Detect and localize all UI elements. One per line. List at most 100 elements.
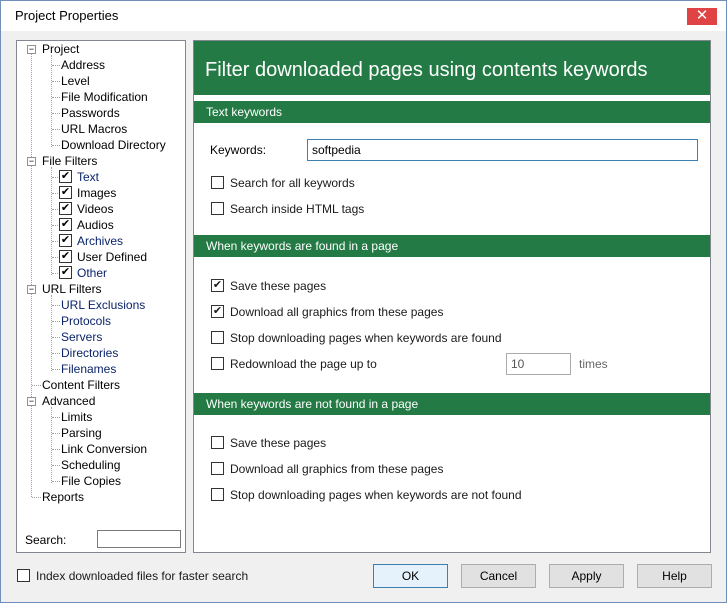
tree-line bbox=[31, 53, 32, 497]
checkbox[interactable] bbox=[211, 436, 224, 450]
ok-button[interactable]: OK bbox=[373, 564, 448, 588]
tree-item-download-directory[interactable]: Download Directory bbox=[61, 138, 166, 152]
tree-item-content-filters[interactable]: Content Filters bbox=[42, 378, 120, 392]
option-search-all-keywords[interactable]: Search for all keywords bbox=[211, 175, 355, 191]
checkbox[interactable] bbox=[211, 488, 224, 502]
option-label: Download all graphics from these pages bbox=[230, 462, 444, 476]
option-label: Search for all keywords bbox=[230, 176, 355, 190]
tree-item-filenames[interactable]: Filenames bbox=[61, 362, 116, 376]
tree-item-servers[interactable]: Servers bbox=[61, 330, 102, 344]
collapse-icon[interactable]: − bbox=[27, 397, 36, 406]
check-icon[interactable]: ✔ bbox=[211, 279, 224, 293]
tree-item-url-filters[interactable]: URL Filters bbox=[42, 282, 102, 296]
tree-item-passwords[interactable]: Passwords bbox=[61, 106, 120, 120]
tree-line bbox=[51, 167, 52, 275]
checkbox[interactable] bbox=[211, 357, 224, 371]
option-notfound-download-graphics[interactable]: Download all graphics from these pages bbox=[211, 461, 443, 477]
apply-button[interactable]: Apply bbox=[549, 564, 624, 588]
cancel-button[interactable]: Cancel bbox=[461, 564, 536, 588]
tree-item-url-exclusions[interactable]: URL Exclusions bbox=[61, 298, 145, 312]
tree-item-file-filters[interactable]: File Filters bbox=[42, 154, 97, 168]
keywords-input[interactable]: softpedia bbox=[307, 139, 698, 161]
tree-line bbox=[52, 481, 60, 482]
tree-item-text[interactable]: Text bbox=[77, 170, 99, 184]
tree-item-protocols[interactable]: Protocols bbox=[61, 314, 111, 328]
checkbox-archives[interactable]: ✔ bbox=[59, 234, 72, 247]
tree-line bbox=[32, 385, 41, 386]
tree-line bbox=[52, 433, 60, 434]
checkbox[interactable] bbox=[17, 569, 30, 583]
option-notfound-stop-downloading[interactable]: Stop downloading pages when keywords are… bbox=[211, 487, 522, 503]
tree-item-user-defined[interactable]: User Defined bbox=[77, 250, 147, 264]
section-keywords-not-found: When keywords are not found in a page bbox=[194, 393, 710, 415]
option-found-stop-downloading[interactable]: Stop downloading pages when keywords are… bbox=[211, 330, 502, 346]
checkbox-images[interactable]: ✔ bbox=[59, 186, 72, 199]
tree-line bbox=[52, 241, 58, 242]
tree-line bbox=[52, 273, 58, 274]
checkbox-other[interactable]: ✔ bbox=[59, 266, 72, 279]
tree-line bbox=[52, 337, 60, 338]
tree-item-file-copies[interactable]: File Copies bbox=[61, 474, 121, 488]
option-index-files[interactable]: Index downloaded files for faster search bbox=[17, 569, 248, 583]
tree-item-url-macros[interactable]: URL Macros bbox=[61, 122, 127, 136]
tree-item-directories[interactable]: Directories bbox=[61, 346, 118, 360]
tree-item-link-conversion[interactable]: Link Conversion bbox=[61, 442, 147, 456]
tree-line bbox=[32, 497, 41, 498]
option-label: Index downloaded files for faster search bbox=[36, 569, 249, 583]
tree-item-project[interactable]: Project bbox=[42, 42, 79, 56]
checkbox[interactable] bbox=[211, 462, 224, 476]
option-search-inside-html[interactable]: Search inside HTML tags bbox=[211, 201, 364, 217]
times-label: times bbox=[579, 357, 608, 371]
collapse-icon[interactable]: − bbox=[27, 45, 36, 54]
tree-item-file-modification[interactable]: File Modification bbox=[61, 90, 148, 104]
collapse-icon[interactable]: − bbox=[27, 285, 36, 294]
option-label: Stop downloading pages when keywords are… bbox=[230, 331, 502, 345]
search-input[interactable] bbox=[97, 530, 181, 548]
tree-item-images[interactable]: Images bbox=[77, 186, 116, 200]
tree-item-parsing[interactable]: Parsing bbox=[61, 426, 102, 440]
checkbox-videos[interactable]: ✔ bbox=[59, 202, 72, 215]
option-redownload-page[interactable]: Redownload the page up to bbox=[211, 356, 377, 372]
tree-line bbox=[52, 417, 60, 418]
tree-line bbox=[51, 55, 52, 147]
close-button[interactable]: ✕ bbox=[687, 8, 717, 25]
option-label: Save these pages bbox=[230, 436, 327, 450]
tree-line bbox=[52, 225, 58, 226]
tree-item-level[interactable]: Level bbox=[61, 74, 90, 88]
tree-line bbox=[52, 129, 60, 130]
checkbox-text[interactable]: ✔ bbox=[59, 170, 72, 183]
checkbox-audios[interactable]: ✔ bbox=[59, 218, 72, 231]
option-label: Stop downloading pages when keywords are… bbox=[230, 488, 522, 502]
search-label: Search: bbox=[25, 533, 67, 547]
option-notfound-save-pages[interactable]: Save these pages bbox=[211, 435, 326, 451]
option-found-download-graphics[interactable]: ✔ Download all graphics from these pages bbox=[211, 304, 443, 320]
help-button[interactable]: Help bbox=[637, 564, 712, 588]
option-label: Redownload the page up to bbox=[230, 357, 377, 371]
option-label: Save these pages bbox=[230, 279, 327, 293]
filter-settings-panel: Filter downloaded pages using contents k… bbox=[193, 40, 711, 553]
close-icon[interactable]: ✕ bbox=[696, 7, 709, 24]
option-found-save-pages[interactable]: ✔ Save these pages bbox=[211, 278, 326, 294]
checkbox[interactable] bbox=[211, 176, 224, 190]
tree-line bbox=[52, 209, 58, 210]
tree-item-audios[interactable]: Audios bbox=[77, 218, 114, 232]
check-icon[interactable]: ✔ bbox=[211, 305, 224, 319]
window-title: Project Properties bbox=[15, 8, 119, 23]
checkbox[interactable] bbox=[211, 331, 224, 345]
tree-item-advanced[interactable]: Advanced bbox=[42, 394, 95, 408]
tree-line bbox=[52, 177, 58, 178]
redownload-times-input[interactable]: 10 bbox=[506, 353, 571, 375]
tree-item-reports[interactable]: Reports bbox=[42, 490, 84, 504]
tree-line bbox=[51, 295, 52, 371]
checkbox-user-defined[interactable]: ✔ bbox=[59, 250, 72, 263]
tree-item-videos[interactable]: Videos bbox=[77, 202, 113, 216]
tree-item-address[interactable]: Address bbox=[61, 58, 105, 72]
tree-item-other[interactable]: Other bbox=[77, 266, 107, 280]
tree-item-scheduling[interactable]: Scheduling bbox=[61, 458, 120, 472]
tree-item-archives[interactable]: Archives bbox=[77, 234, 123, 248]
checkbox[interactable] bbox=[211, 202, 224, 216]
collapse-icon[interactable]: − bbox=[27, 157, 36, 166]
tree-item-limits[interactable]: Limits bbox=[61, 410, 92, 424]
tree-line bbox=[52, 257, 58, 258]
tree-line bbox=[52, 65, 60, 66]
